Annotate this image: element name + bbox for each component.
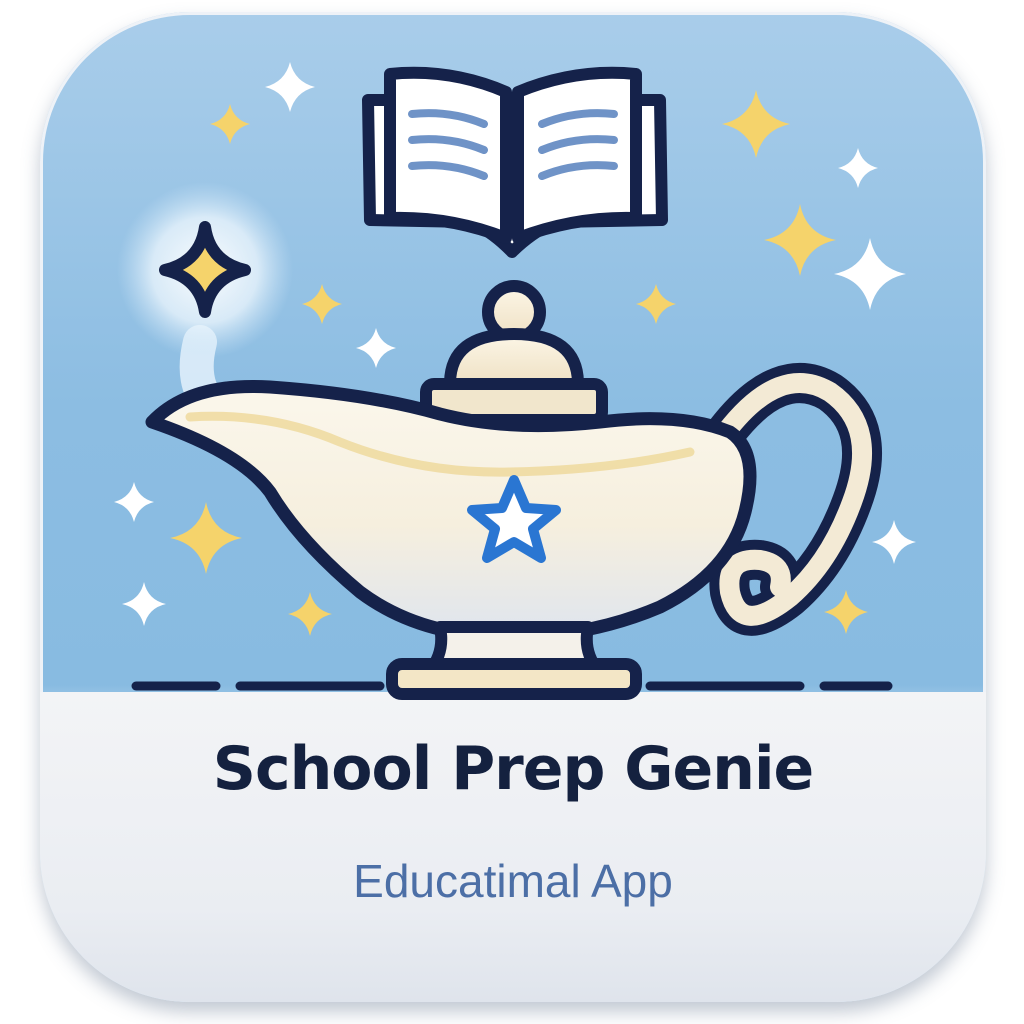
- app-title: School Prep Genie: [212, 734, 814, 804]
- app-icon-tile[interactable]: School Prep Genie Educatimal App: [40, 12, 986, 1002]
- open-book-icon: [362, 66, 668, 258]
- lightbulb-icon: [117, 182, 293, 421]
- app-subtitle: Educatimal App: [353, 855, 673, 907]
- app-icon-canvas: School Prep Genie Educatimal App: [0, 0, 1024, 1024]
